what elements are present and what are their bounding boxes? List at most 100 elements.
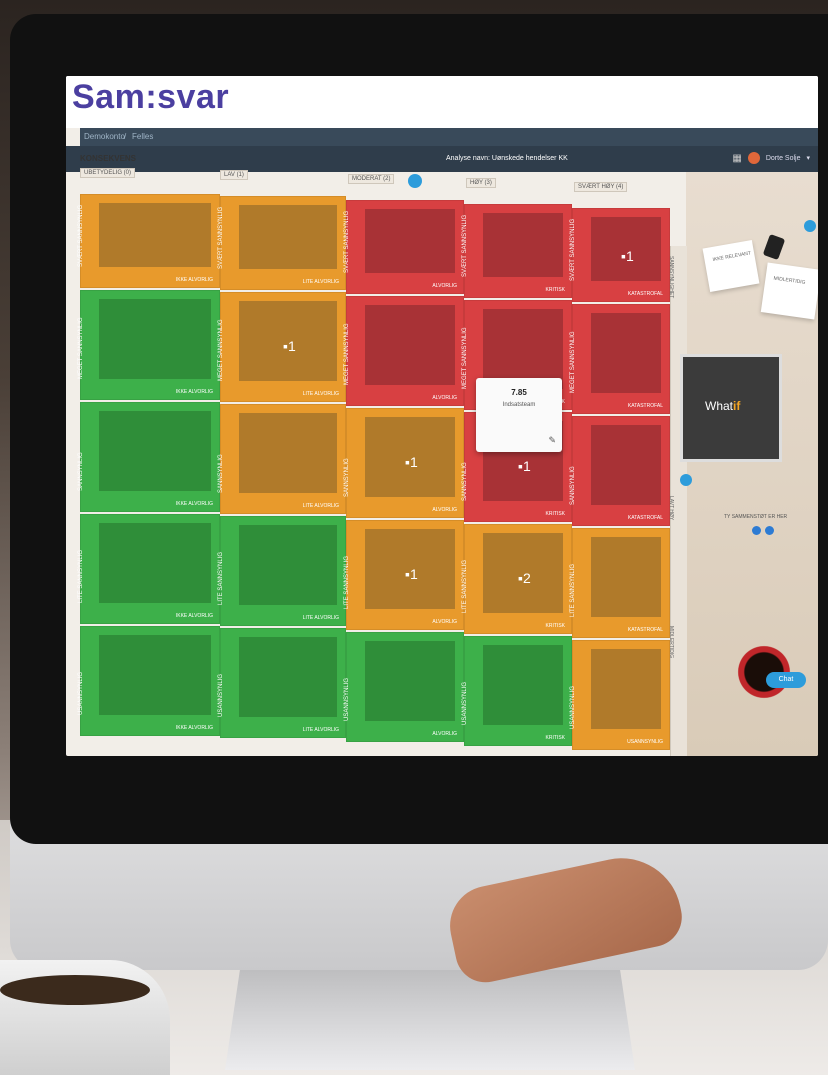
incident-count[interactable]: ▪1 (405, 454, 418, 470)
risk-cell[interactable]: USANNSYNLIG KRITISK (462, 636, 572, 746)
risk-cell[interactable]: LITE SANNSYNLIG ALVORLIG ▪1 (344, 520, 464, 630)
risk-card-id: 7.85 (511, 388, 527, 397)
severity-label: KATASTROFAL (627, 627, 663, 633)
risk-card-name: Indsatsteam (502, 402, 536, 408)
risk-cell[interactable]: SANNSYNLIG KATASTROFAL (570, 416, 670, 526)
note-temporary[interactable]: MIDLERTIDIG (760, 262, 818, 320)
app-logo: Sam:svar (72, 78, 230, 116)
likelihood-label: SVÆRT SANNSYNLIG (344, 210, 350, 273)
likelihood-side-axis: SANNSYNLIGHET LAVT HØY MIDLERTIDIG (668, 246, 687, 756)
header-moderat: MODERAT (2) (348, 174, 395, 184)
risk-cell[interactable]: SANNSYNLIG IKKE ALVORLIG (78, 402, 220, 512)
pager-dots (752, 526, 774, 535)
risk-cell[interactable]: MEGET SANNSYNLIG LITE ALVORLIG ▪1 (218, 292, 346, 402)
severity-label: KRITISK (545, 511, 565, 517)
side-hint: TY SAMMENSTØT ER HER (724, 514, 788, 520)
risk-cell[interactable]: SANNSYNLIG ALVORLIG ▪1 (344, 408, 464, 518)
note-irrelevant[interactable]: IKKE RELEVANT (702, 239, 760, 293)
severity-label: ALVORLIG (432, 731, 457, 737)
risk-cell[interactable]: LITE SANNSYNLIG IKKE ALVORLIG (78, 514, 220, 624)
prev-icon[interactable] (752, 526, 761, 535)
risk-cell[interactable]: USANNSYNLIG USANNSYNLIG (570, 640, 670, 750)
severity-label: LITE ALVORLIG (302, 727, 339, 733)
likelihood-label: LITE SANNSYNLIG (570, 563, 576, 617)
risk-cell-area (239, 205, 337, 269)
whatif-logo: Whatif (705, 399, 741, 413)
likelihood-label: LITE SANNSYNLIG (344, 555, 350, 609)
likelihood-label: SVÆRT SANNSYNLIG (462, 214, 468, 277)
risk-cell[interactable]: SVÆRT SANNSYNLIG KRITISK (462, 204, 572, 298)
severity-label: ALVORLIG (432, 395, 457, 401)
likelihood-label: MEGET SANNSYNLIG (78, 317, 84, 379)
severity-label: LITE ALVORLIG (302, 503, 339, 509)
likelihood-label: USANNSYNLIG (78, 671, 84, 715)
risk-cell-area (591, 537, 661, 617)
risk-cell[interactable]: LITE SANNSYNLIG KATASTROFAL (570, 528, 670, 638)
incident-count[interactable]: ▪1 (518, 458, 531, 474)
incident-count[interactable]: ▪1 (621, 248, 634, 264)
likelihood-label: USANNSYNLIG (570, 685, 576, 729)
risk-cell-area (99, 299, 211, 379)
risk-cell[interactable]: SANNSYNLIG LITE ALVORLIG (218, 404, 346, 514)
risk-cell-area (365, 641, 455, 721)
risk-cell-area (99, 635, 211, 715)
risk-cell[interactable]: SVÆRT SANNSYNLIG KATASTROFAL ▪1 (570, 208, 670, 302)
severity-label: ALVORLIG (432, 507, 457, 513)
risk-cell-area (591, 649, 661, 729)
breadcrumb-account[interactable]: Demokonto (84, 132, 125, 141)
side-label-3: MIDLERTIDIG (668, 626, 674, 659)
risk-cell[interactable]: MEGET SANNSYNLIG IKKE ALVORLIG (78, 290, 220, 400)
breadcrumb-folder[interactable]: Felles (132, 132, 153, 141)
whatif-board[interactable]: Whatif (680, 354, 782, 462)
risk-cell-area (483, 645, 563, 725)
risk-cell[interactable]: USANNSYNLIG ALVORLIG (344, 632, 464, 742)
add-circle-button[interactable] (680, 474, 692, 486)
likelihood-label: USANNSYNLIG (218, 673, 224, 717)
chat-button[interactable]: Chat (766, 672, 806, 688)
incident-count[interactable]: ▪1 (283, 338, 296, 354)
breadcrumb-separator: / (124, 132, 127, 141)
side-label-1: SANNSYNLIGHET (668, 256, 674, 299)
likelihood-label: SVÆRT SANNSYNLIG (78, 204, 84, 267)
severity-label: IKKE ALVORLIG (175, 725, 213, 731)
analysis-title: Analyse navn: Uønskede hendelser KK (446, 155, 568, 162)
risk-cell[interactable]: USANNSYNLIG IKKE ALVORLIG (78, 626, 220, 736)
risk-card[interactable]: 7.85 Indsatsteam ✎ (476, 378, 562, 452)
risk-cell-area (483, 309, 563, 389)
risk-cell-area (483, 213, 563, 277)
risk-cell[interactable]: LITE SANNSYNLIG LITE ALVORLIG (218, 516, 346, 626)
risk-cell[interactable]: SVÆRT SANNSYNLIG ALVORLIG (344, 200, 464, 294)
menu-circle-button[interactable] (804, 220, 816, 232)
grid-icon[interactable]: ▦ (732, 153, 741, 164)
user-avatar[interactable] (747, 152, 760, 164)
risk-cell[interactable]: SVÆRT SANNSYNLIG IKKE ALVORLIG (78, 194, 220, 288)
consequence-header-row: UBETYDELIG (0) LAV (1) MODERAT (2) HØY (… (80, 168, 670, 194)
incident-count[interactable]: ▪1 (405, 566, 418, 582)
risk-cell-area (365, 209, 455, 273)
severity-label: IKKE ALVORLIG (175, 389, 213, 395)
chevron-down-icon[interactable]: ▾ (806, 154, 810, 162)
pencil-icon[interactable]: ✎ (548, 435, 556, 446)
likelihood-label: MEGET SANNSYNLIG (344, 323, 350, 385)
likelihood-label: USANNSYNLIG (462, 681, 468, 725)
severity-label: KATASTROFAL (627, 515, 663, 521)
risk-cell[interactable]: LITE SANNSYNLIG KRITISK ▪2 (462, 524, 572, 634)
severity-label: ALVORLIG (432, 283, 457, 289)
top-bar: Sam:svar (66, 76, 818, 128)
next-icon[interactable] (765, 526, 774, 535)
risk-cell-area (239, 525, 337, 605)
note-temporary-label: MIDLERTIDIG (773, 275, 806, 286)
risk-cell[interactable]: SVÆRT SANNSYNLIG LITE ALVORLIG (218, 196, 346, 290)
risk-cell-area (99, 203, 211, 267)
likelihood-label: LITE SANNSYNLIG (218, 551, 224, 605)
severity-label: KRITISK (545, 623, 565, 629)
risk-cell[interactable]: MEGET SANNSYNLIG ALVORLIG (344, 296, 464, 406)
severity-label: IKKE ALVORLIG (175, 501, 213, 507)
incident-count[interactable]: ▪2 (518, 570, 531, 586)
risk-cell[interactable]: MEGET SANNSYNLIG KATASTROFAL (570, 304, 670, 414)
likelihood-label: MEGET SANNSYNLIG (570, 331, 576, 393)
risk-cell[interactable]: USANNSYNLIG LITE ALVORLIG (218, 628, 346, 738)
user-name[interactable]: Dorte Solje (766, 155, 801, 162)
severity-label: IKKE ALVORLIG (175, 277, 213, 283)
severity-label: LITE ALVORLIG (302, 615, 339, 621)
